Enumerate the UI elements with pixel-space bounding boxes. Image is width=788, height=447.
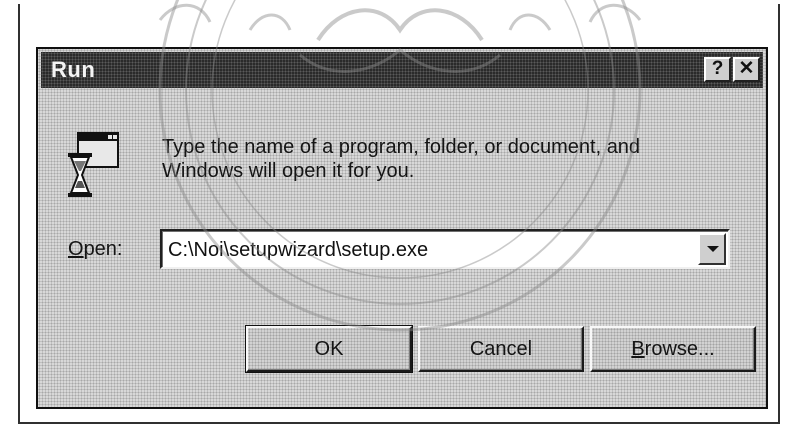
open-combobox[interactable]: C:\Noi\setupwizard\setup.exe xyxy=(160,229,730,269)
run-dialog: Run ? ✕ Type the name of a program, fold… xyxy=(36,47,768,409)
ok-button[interactable]: OK xyxy=(245,325,413,373)
prompt-line-1: Type the name of a program, folder, or d… xyxy=(162,136,641,158)
open-label-accelerator: O xyxy=(68,238,84,260)
help-button[interactable]: ? xyxy=(704,57,731,82)
open-label: Open: xyxy=(68,238,123,261)
title-bar[interactable]: Run ? ✕ xyxy=(41,52,763,88)
open-label-rest: pen: xyxy=(83,238,123,260)
screen: Run ? ✕ Type the name of a program, fold… xyxy=(0,0,788,447)
chevron-down-icon[interactable] xyxy=(698,233,726,265)
cancel-button[interactable]: Cancel xyxy=(418,326,584,372)
browse-accelerator: B xyxy=(631,338,645,360)
prompt-line-2: Windows will open it for you. xyxy=(162,160,415,182)
prompt-text: Type the name of a program, folder, or d… xyxy=(162,135,742,183)
browse-button[interactable]: Browse... xyxy=(590,326,756,372)
run-program-icon xyxy=(68,132,119,197)
close-button[interactable]: ✕ xyxy=(733,57,760,82)
browse-label-rest: rowse... xyxy=(644,338,715,360)
window-title: Run xyxy=(51,57,96,82)
open-input[interactable]: C:\Noi\setupwizard\setup.exe xyxy=(168,239,428,262)
